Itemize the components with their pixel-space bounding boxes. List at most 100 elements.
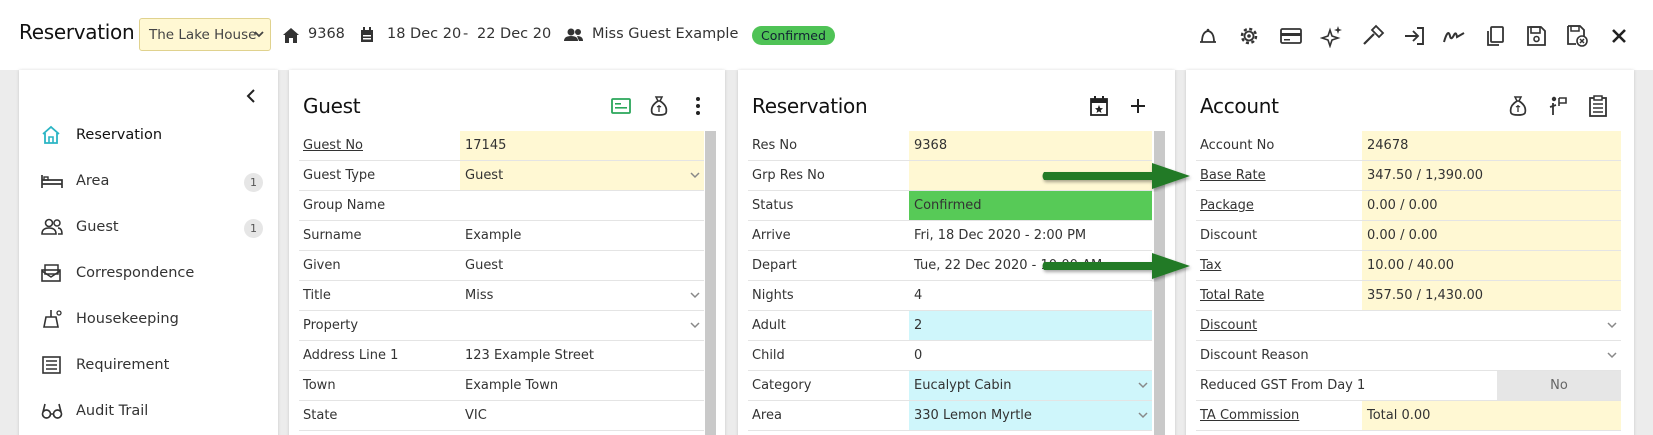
- glasses-icon: [41, 403, 63, 419]
- home-icon: [283, 28, 299, 43]
- gst-toggle[interactable]: No: [1497, 371, 1621, 400]
- field-value[interactable]: 0: [909, 341, 1152, 370]
- sidebar-item-housekeeping[interactable]: Housekeeping: [19, 301, 278, 337]
- field-label-link[interactable]: Guest No: [303, 138, 363, 153]
- hammer-icon[interactable]: [1361, 24, 1385, 48]
- field-label: Property: [303, 318, 359, 333]
- property-select[interactable]: The Lake House: [139, 18, 271, 51]
- sign-in-icon[interactable]: [1402, 24, 1426, 48]
- bell-icon[interactable]: [1196, 24, 1220, 48]
- field-row: Tax 10.00 / 40.00: [1196, 251, 1621, 281]
- discount-reason-select[interactable]: [1362, 341, 1621, 370]
- field-value[interactable]: VIC: [460, 401, 704, 430]
- field-label: Discount: [1200, 228, 1258, 243]
- field-label: State: [303, 408, 338, 423]
- more-vertical-icon[interactable]: [686, 94, 710, 118]
- field-label: Child: [752, 348, 785, 363]
- field-value[interactable]: 347.50 / 1,390.00: [1362, 161, 1621, 190]
- save-close-icon[interactable]: [1565, 24, 1589, 48]
- field-row: Town Example Town: [299, 371, 704, 401]
- guest-type-select[interactable]: Guest: [460, 161, 704, 190]
- sparkle-icon[interactable]: [1320, 24, 1344, 48]
- chevron-left-icon[interactable]: [244, 88, 258, 104]
- field-row: Child 0: [748, 341, 1152, 371]
- field-value[interactable]: 0.00 / 0.00: [1362, 191, 1621, 220]
- field-label: Group Name: [303, 198, 386, 213]
- scrollbar[interactable]: [705, 131, 716, 435]
- area-select[interactable]: 330 Lemon Myrtle: [909, 401, 1152, 430]
- calendar-star-icon[interactable]: [1087, 94, 1111, 118]
- field-label: Reduced GST From Day 1: [1200, 378, 1366, 393]
- guest-fields: Guest No 17145 Guest Type Guest Group Name…: [299, 131, 704, 431]
- field-value[interactable]: 10.00 / 40.00: [1362, 251, 1621, 280]
- field-label: Area: [752, 408, 782, 423]
- date-from: 18 Dec 20: [387, 26, 462, 42]
- discount-select[interactable]: [1362, 311, 1621, 340]
- title-select[interactable]: Miss: [460, 281, 704, 310]
- field-label-link[interactable]: Package: [1200, 198, 1254, 213]
- field-label: Town: [303, 378, 336, 393]
- sidebar-item-label: Reservation: [76, 127, 163, 143]
- signature-icon[interactable]: [1442, 24, 1466, 48]
- sidebar-item-requirement[interactable]: Requirement: [19, 347, 278, 383]
- field-value[interactable]: Guest: [460, 251, 704, 280]
- field-label-link[interactable]: Tax: [1200, 258, 1221, 273]
- sidebar-item-area[interactable]: Area 1: [19, 163, 278, 199]
- category-select[interactable]: Eucalypt Cabin: [909, 371, 1152, 400]
- field-value[interactable]: 17145: [460, 131, 704, 160]
- field-value[interactable]: 357.50 / 1,430.00: [1362, 281, 1621, 310]
- credit-card-icon[interactable]: [1279, 24, 1303, 48]
- field-label: Given: [303, 258, 341, 273]
- field-row: Surname Example: [299, 221, 704, 251]
- field-label: Account No: [1200, 138, 1275, 153]
- save-icon[interactable]: [1524, 24, 1548, 48]
- field-label: Title: [303, 288, 331, 303]
- field-value[interactable]: 4: [909, 281, 1152, 310]
- field-value[interactable]: 24678: [1362, 131, 1621, 160]
- field-value[interactable]: Example Town: [460, 371, 704, 400]
- field-value[interactable]: Total 0.00: [1362, 401, 1621, 430]
- account-fields: Account No 24678 Base Rate 347.50 / 1,390.…: [1196, 131, 1621, 431]
- person-flag-icon[interactable]: [1546, 94, 1570, 118]
- sidebar-item-reservation[interactable]: Reservation: [19, 117, 278, 153]
- gear-icon[interactable]: [1237, 24, 1261, 48]
- sidebar-item-guest[interactable]: Guest 1: [19, 209, 278, 245]
- money-bag-icon[interactable]: [1506, 94, 1530, 118]
- field-row: Given Guest: [299, 251, 704, 281]
- id-card-icon[interactable]: [609, 94, 633, 118]
- account-panel-title: Account: [1200, 94, 1279, 118]
- field-label: Discount Reason: [1200, 348, 1309, 363]
- calendar-icon: [361, 27, 373, 42]
- close-icon[interactable]: [1607, 24, 1631, 48]
- field-row: Discount 0.00 / 0.00: [1196, 221, 1621, 251]
- copy-icon[interactable]: [1483, 24, 1507, 48]
- money-bag-icon[interactable]: [647, 94, 671, 118]
- reservation-panel-title: Reservation: [752, 94, 868, 118]
- field-label-link[interactable]: Discount: [1200, 318, 1257, 333]
- field-value[interactable]: Example: [460, 221, 704, 250]
- property-select[interactable]: [460, 311, 704, 340]
- field-label-link[interactable]: TA Commission: [1200, 408, 1299, 423]
- field-label: Adult: [752, 318, 786, 333]
- property-select-value: The Lake House: [149, 27, 257, 43]
- field-value[interactable]: 9368: [909, 131, 1152, 160]
- field-value[interactable]: 123 Example Street: [460, 341, 704, 370]
- select-value: Guest: [465, 168, 504, 183]
- field-label-link[interactable]: Total Rate: [1200, 288, 1264, 303]
- field-label-link[interactable]: Base Rate: [1200, 168, 1266, 183]
- sidebar-item-audit-trail[interactable]: Audit Trail: [19, 393, 278, 429]
- field-row: Reduced GST From Day 1 No: [1196, 371, 1621, 401]
- field-value[interactable]: 2: [909, 311, 1152, 340]
- users-icon: [564, 28, 583, 41]
- chevron-down-icon: [690, 172, 700, 179]
- field-row: Total Rate 357.50 / 1,430.00: [1196, 281, 1621, 311]
- clipboard-list-icon[interactable]: [1586, 94, 1610, 118]
- plus-icon[interactable]: [1126, 94, 1150, 118]
- unit-number: 9368: [308, 26, 345, 42]
- sidebar-item-correspondence[interactable]: Correspondence: [19, 255, 278, 291]
- field-value[interactable]: [460, 191, 704, 220]
- field-value[interactable]: 0.00 / 0.00: [1362, 221, 1621, 250]
- field-row: Adult 2: [748, 311, 1152, 341]
- status-field[interactable]: Confirmed: [909, 191, 1152, 220]
- field-value[interactable]: Fri, 18 Dec 2020 - 2:00 PM: [909, 221, 1152, 250]
